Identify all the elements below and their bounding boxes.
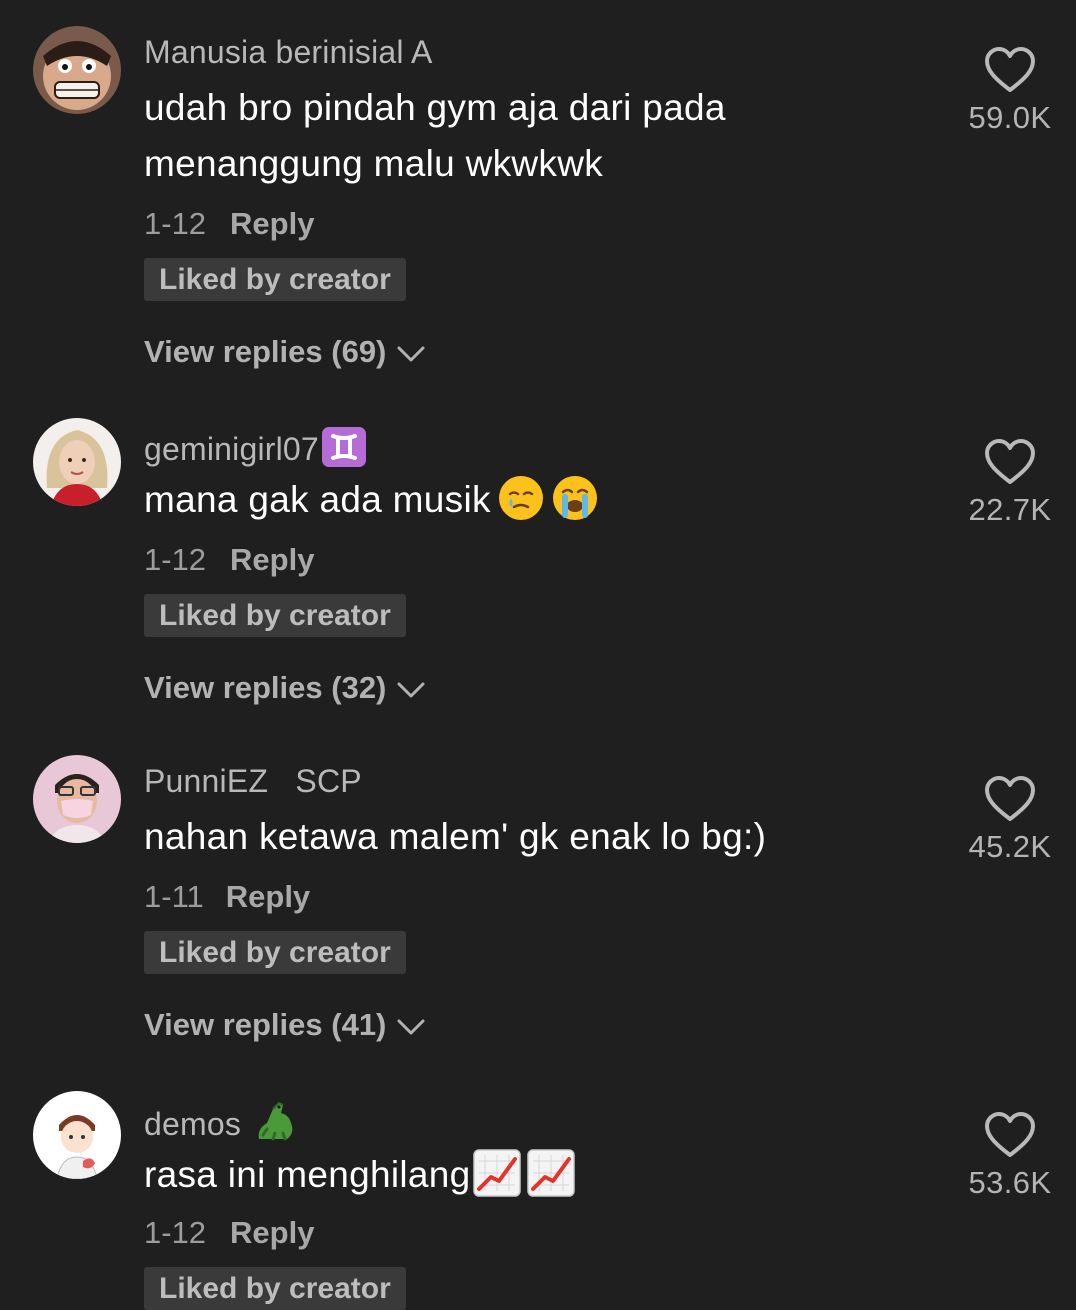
avatar[interactable] — [33, 418, 121, 506]
crocodile-emoji-icon — [253, 1099, 299, 1151]
gemini-emoji-icon — [321, 426, 367, 476]
view-replies-label: View replies (32) — [144, 670, 387, 705]
cartoon-face-avatar-icon — [33, 26, 121, 114]
view-replies-label: View replies (41) — [144, 1007, 387, 1042]
heart-icon — [985, 47, 1035, 92]
blonde-woman-avatar-icon — [33, 418, 121, 506]
reply-button[interactable]: Reply — [230, 542, 314, 578]
username[interactable]: demos — [144, 1099, 299, 1151]
like-button[interactable]: 45.2K — [955, 775, 1065, 865]
comment-text-label: rasa ini menghilang — [144, 1154, 471, 1195]
username[interactable]: Manusia berinisial A — [144, 34, 433, 71]
username[interactable]: geminigirl07 — [144, 426, 367, 476]
chart-increasing-emoji-icon — [472, 1149, 521, 1213]
comment-meta: 1-12 Reply — [144, 206, 314, 242]
like-count: 59.0K — [968, 100, 1052, 135]
username-label: demos — [144, 1106, 242, 1142]
like-count: 45.2K — [968, 829, 1052, 864]
liked-by-creator-badge: Liked by creator — [144, 258, 406, 301]
comment-text: udah bro pindah gym aja dari pada menang… — [144, 87, 726, 184]
comment-date: 1-11 — [144, 879, 204, 914]
comment-text: mana gak ada musik — [144, 472, 924, 538]
liked-by-creator-badge: Liked by creator — [144, 931, 406, 974]
view-replies-label: View replies (69) — [144, 334, 387, 369]
username[interactable]: PunniEZ SCP — [144, 763, 362, 800]
like-button[interactable]: 22.7K — [955, 438, 1065, 528]
like-button[interactable]: 59.0K — [955, 46, 1065, 136]
avatar[interactable] — [33, 1091, 121, 1179]
comment-meta: 1-12 Reply — [144, 542, 314, 578]
view-replies-button[interactable]: View replies (69) — [144, 334, 426, 370]
comment-meta: 1-11 Reply — [144, 879, 310, 915]
username-label: geminigirl07 — [144, 431, 319, 467]
chevron-down-icon — [397, 1019, 425, 1035]
crying-emoji-icon — [551, 474, 599, 538]
comment-date: 1-12 — [144, 542, 207, 577]
heart-icon — [985, 439, 1035, 484]
comment-date: 1-12 — [144, 1215, 207, 1250]
smiling-tear-emoji-icon — [497, 474, 545, 538]
chevron-down-icon — [397, 682, 425, 698]
heart-icon — [985, 776, 1035, 821]
view-replies-button[interactable]: View replies (41) — [144, 1007, 426, 1043]
liked-by-creator-badge: Liked by creator — [144, 1267, 406, 1310]
avatar[interactable] — [33, 755, 121, 843]
comment-meta: 1-12 Reply — [144, 1215, 314, 1251]
cartoon-person-avatar-icon — [33, 1091, 121, 1179]
avatar[interactable] — [33, 26, 121, 114]
reply-button[interactable]: Reply — [230, 206, 314, 242]
heart-icon — [985, 1112, 1035, 1157]
comment-text: nahan ketawa malem' gk enak lo bg:) — [144, 816, 767, 857]
liked-by-creator-badge: Liked by creator — [144, 594, 406, 637]
like-button[interactable]: 53.6K — [955, 1111, 1065, 1201]
comment-text-label: mana gak ada musik — [144, 479, 491, 520]
reply-button[interactable]: Reply — [226, 879, 310, 915]
view-replies-button[interactable]: View replies (32) — [144, 670, 426, 706]
comment-text: rasa ini menghilang — [144, 1147, 924, 1213]
chart-increasing-emoji-icon — [526, 1149, 575, 1213]
like-count: 53.6K — [968, 1165, 1052, 1200]
chevron-down-icon — [397, 346, 425, 362]
like-count: 22.7K — [968, 492, 1052, 527]
comment-date: 1-12 — [144, 206, 207, 241]
masked-person-avatar-icon — [33, 755, 121, 843]
reply-button[interactable]: Reply — [230, 1215, 314, 1251]
